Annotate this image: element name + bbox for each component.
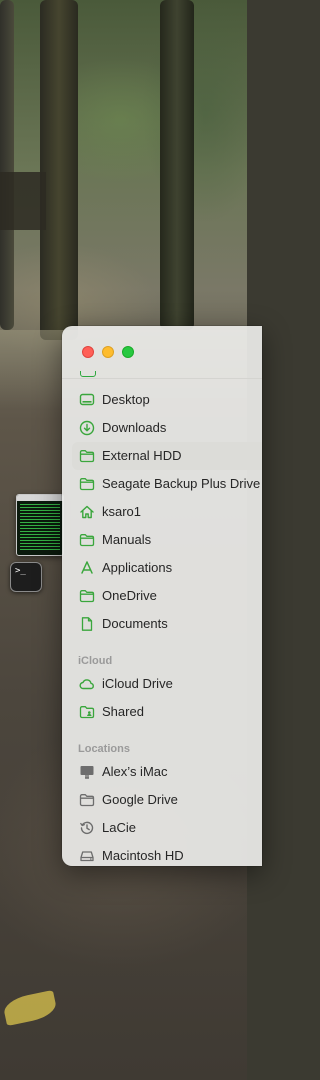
sidebar-item-label: Manuals	[102, 532, 152, 547]
sidebar-item-label: ksaro1	[102, 504, 142, 519]
folder-icon	[79, 532, 95, 548]
sidebar-item-label: Downloads	[102, 420, 167, 435]
sidebar-item-label: iCloud Drive	[102, 676, 173, 691]
sidebar-item-seagate-backup-plus-drive[interactable]: Seagate Backup Plus Drive	[72, 470, 262, 498]
sidebar-item-label: LaCie	[102, 820, 136, 835]
wallpaper-leaf	[1, 989, 59, 1027]
sidebar-item-icloud-drive[interactable]: iCloud Drive	[72, 670, 262, 698]
terminal-glyph: >_	[15, 566, 26, 576]
sidebar-item-label: Macintosh HD	[102, 848, 184, 863]
tree-trunk	[0, 0, 14, 330]
sidebar-item-label: Seagate Backup Plus Drive	[102, 476, 261, 491]
document-icon	[79, 616, 95, 632]
sidebar-item-label: Alex’s iMac	[102, 764, 168, 779]
sidebar-item-label: Desktop	[102, 392, 150, 407]
terminal-window-thumbnail[interactable]	[16, 494, 64, 556]
imac-icon	[79, 764, 95, 780]
terminal-app-icon[interactable]: >_	[10, 562, 42, 592]
tree-trunk	[160, 0, 194, 330]
sidebar-item-label: OneDrive	[102, 588, 157, 603]
home-icon	[79, 504, 95, 520]
sidebar-item-google-drive[interactable]: Google Drive	[72, 786, 262, 814]
zoom-button[interactable]	[122, 346, 134, 358]
applications-icon	[79, 560, 95, 576]
sidebar-item-manuals[interactable]: Manuals	[72, 526, 262, 554]
sidebar-item-lacie[interactable]: LaCie	[72, 814, 262, 842]
wallpaper-sign	[0, 172, 46, 230]
sidebar-item-onedrive[interactable]: OneDrive	[72, 582, 262, 610]
sidebar-item-alex-s-imac[interactable]: Alex’s iMac	[72, 758, 262, 786]
sidebar-item-external-hdd[interactable]: External HDD	[72, 442, 262, 470]
sidebar-item-documents[interactable]: Documents	[72, 610, 262, 638]
folder-icon	[79, 792, 95, 808]
sidebar-item-label: Shared	[102, 704, 144, 719]
minimize-button[interactable]	[102, 346, 114, 358]
download-icon	[79, 420, 95, 436]
sidebar-item-label: External HDD	[102, 448, 182, 463]
sidebar-item-downloads[interactable]: Downloads	[72, 414, 262, 442]
folder-icon	[79, 448, 95, 464]
time-machine-icon	[79, 820, 95, 836]
sidebar-item-macintosh-hd[interactable]: Macintosh HD	[72, 842, 262, 866]
sidebar-item-shared[interactable]: Shared	[72, 698, 262, 726]
cloud-icon	[79, 676, 95, 692]
folder-icon	[79, 476, 95, 492]
folder-icon	[79, 588, 95, 604]
desktop-icon	[79, 392, 95, 408]
finder-window[interactable]: Desktop Downloads External HDD Seagate Back…	[62, 326, 262, 866]
sidebar-item-ksaro1[interactable]: ksaro1	[72, 498, 262, 526]
sidebar-item-label: Applications	[102, 560, 173, 575]
sidebar-item-label: Documents	[102, 616, 168, 631]
sidebar-section-header: Locations	[78, 743, 130, 755]
terminal-thumbnail-titlebar	[17, 495, 63, 501]
scrolled-sidebar-item	[80, 371, 140, 377]
close-button[interactable]	[82, 346, 94, 358]
terminal-thumbnail-text	[20, 504, 60, 552]
tree-trunk	[40, 0, 78, 340]
sidebar-item-applications[interactable]: Applications	[72, 554, 262, 582]
sidebar-item-desktop[interactable]: Desktop	[72, 386, 262, 414]
hard-drive-icon	[79, 848, 95, 864]
shared-folder-icon	[79, 704, 95, 720]
sidebar-section-header: iCloud	[78, 655, 113, 667]
sidebar-item-label: Google Drive	[102, 792, 178, 807]
finder-titlebar[interactable]	[62, 326, 262, 379]
